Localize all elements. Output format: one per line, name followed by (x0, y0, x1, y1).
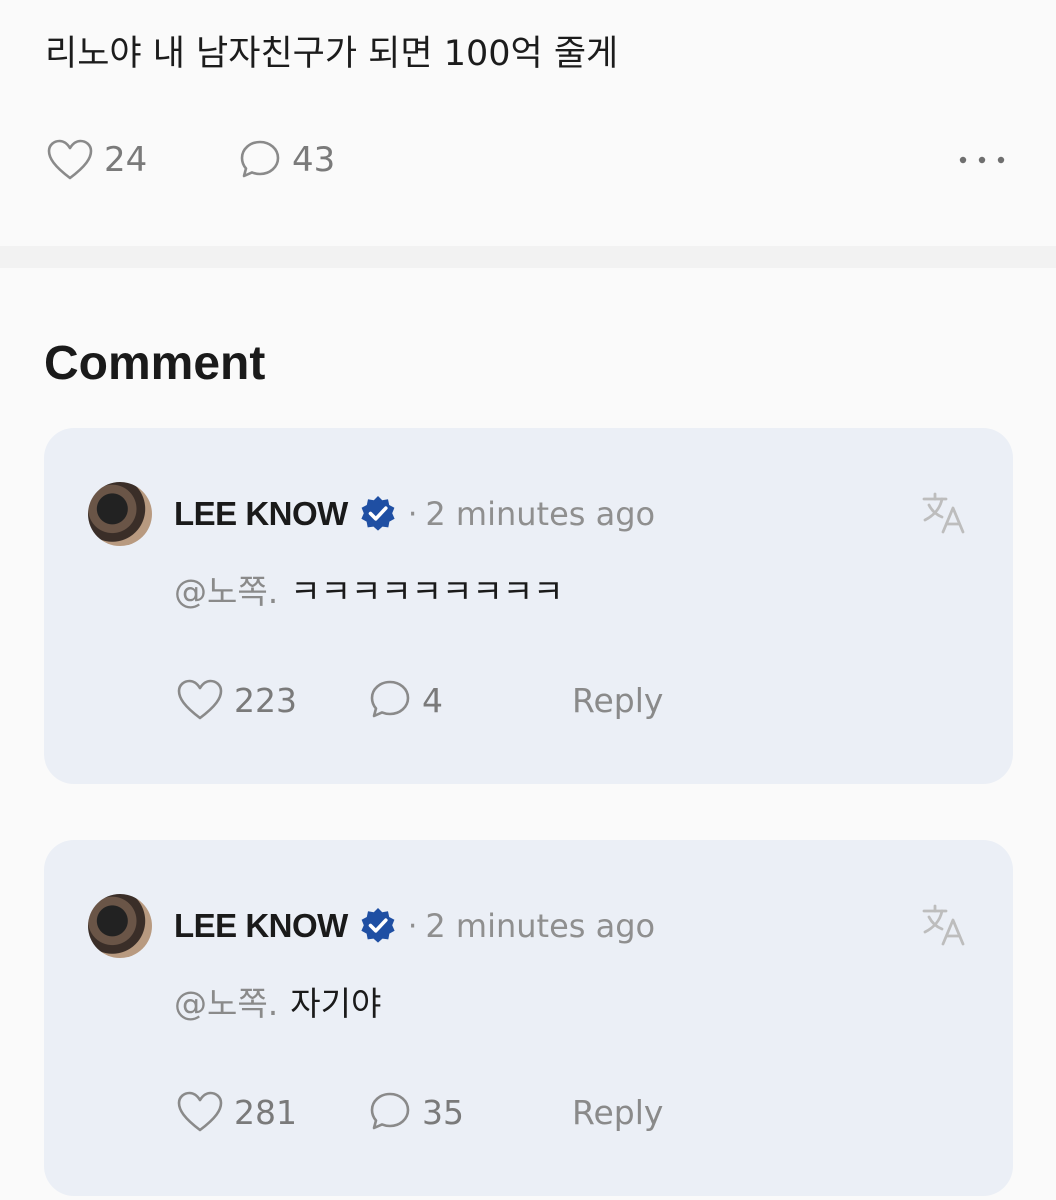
comment-reply-count-button[interactable]: 4 (368, 674, 443, 726)
reply-button[interactable]: Reply (572, 1086, 663, 1138)
reply-button[interactable]: Reply (572, 674, 663, 726)
mention-link[interactable]: @노쪽. (174, 984, 278, 1023)
more-options-button[interactable] (954, 134, 1006, 186)
comment-body: @노쪽. 자기야 (174, 982, 381, 1026)
verified-badge-icon (358, 906, 398, 946)
heart-icon (176, 1090, 224, 1134)
avatar[interactable] (88, 894, 152, 958)
post-text: 리노야 내 남자친구가 되면 100억 줄게 (45, 34, 619, 74)
comments-section-title: Comment (44, 337, 266, 390)
comment-time: 2 minutes ago (425, 907, 656, 945)
comment-reply-count: 4 (422, 680, 443, 720)
comment-card: LEE KNOW · 2 minutes ago (44, 840, 1013, 1196)
heart-icon (176, 678, 224, 722)
comment-author[interactable]: LEE KNOW (174, 907, 348, 945)
comment-reply-count: 35 (422, 1092, 464, 1132)
comment-bubble-icon (368, 1090, 412, 1134)
mention-link[interactable]: @노쪽. (174, 572, 278, 611)
post-actions: 24 43 (46, 134, 1006, 186)
comment-author[interactable]: LEE KNOW (174, 495, 348, 533)
comment-text: ㅋㅋㅋㅋㅋㅋㅋㅋㅋ (290, 572, 564, 611)
comment-card: LEE KNOW · 2 minutes ago (44, 428, 1013, 784)
comment-text: 자기야 (290, 984, 382, 1023)
comment-header: LEE KNOW · 2 minutes ago (174, 902, 655, 950)
comment-body: @노쪽. ㅋㅋㅋㅋㅋㅋㅋㅋㅋ (174, 570, 563, 614)
comment-like-button[interactable]: 281 (176, 1086, 297, 1138)
comment-actions: 281 35 Reply (176, 1086, 776, 1138)
comment-reply-count-button[interactable]: 35 (368, 1086, 464, 1138)
comment-actions: 223 4 Reply (176, 674, 776, 726)
meta-separator: · (407, 908, 418, 944)
comment-time: 2 minutes ago (425, 495, 656, 533)
comment-header: LEE KNOW · 2 minutes ago (174, 490, 655, 538)
section-divider (0, 246, 1056, 268)
comment-like-count: 281 (234, 1092, 297, 1132)
more-dots-icon (958, 154, 1006, 166)
meta-separator: · (407, 496, 418, 532)
post-like-count: 24 (104, 140, 148, 180)
post-comment-button[interactable]: 43 (238, 134, 335, 186)
verified-badge-icon (358, 494, 398, 534)
post-comment-count: 43 (292, 140, 336, 180)
translate-icon[interactable] (921, 902, 967, 952)
post-detail-page: 리노야 내 남자친구가 되면 100억 줄게 24 43 Comment LEE… (0, 0, 1056, 1200)
comment-bubble-icon (368, 678, 412, 722)
comment-like-count: 223 (234, 680, 297, 720)
avatar[interactable] (88, 482, 152, 546)
comment-like-button[interactable]: 223 (176, 674, 297, 726)
comment-bubble-icon (238, 138, 282, 182)
heart-icon (46, 138, 94, 182)
post-like-button[interactable]: 24 (46, 134, 147, 186)
translate-icon[interactable] (921, 490, 967, 540)
